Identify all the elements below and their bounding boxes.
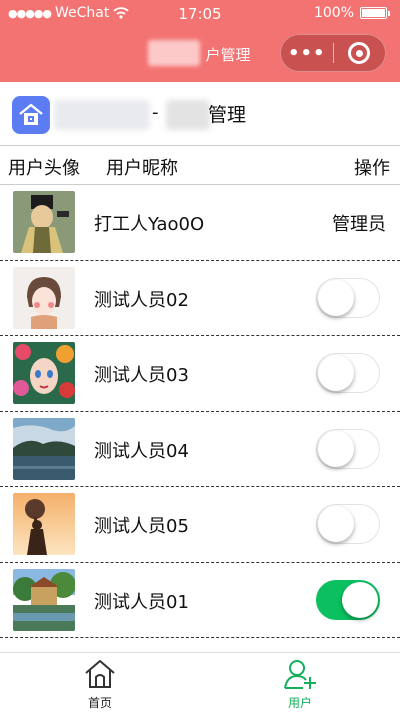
table-row: 测试人员02 bbox=[0, 261, 400, 336]
table-row: 测试人员04 bbox=[0, 412, 400, 487]
user-nickname: 测试人员02 bbox=[94, 289, 189, 311]
status-bar: ●●●●● WeChat 17:05 100% bbox=[0, 0, 400, 28]
col-avatar: 用户头像 bbox=[8, 158, 80, 179]
role-label: 管理员 bbox=[332, 214, 386, 235]
user-enable-toggle[interactable] bbox=[316, 353, 380, 393]
table-row: 测试人员05 bbox=[0, 487, 400, 563]
avatar bbox=[13, 493, 75, 555]
more-menu-button[interactable]: ••• bbox=[281, 43, 333, 64]
target-icon bbox=[348, 42, 371, 64]
bottom-tabbar: 首页 用户 bbox=[0, 652, 400, 712]
col-nickname: 用户昵称 bbox=[106, 158, 178, 179]
tab-user[interactable]: 用户 bbox=[200, 657, 400, 711]
table-header: 用户头像 用户昵称 操作 bbox=[0, 146, 400, 185]
user-enable-toggle[interactable] bbox=[316, 579, 380, 620]
user-nickname: 测试人员04 bbox=[94, 440, 189, 462]
home-icon bbox=[85, 660, 115, 688]
col-action: 操作 bbox=[354, 158, 390, 179]
user-nickname: 测试人员01 bbox=[94, 591, 189, 613]
avatar bbox=[13, 568, 75, 631]
user-enable-toggle[interactable] bbox=[316, 504, 380, 544]
avatar bbox=[13, 191, 75, 253]
redacted-org-suffix bbox=[166, 100, 210, 130]
table-row: 测试人员03 bbox=[0, 336, 400, 412]
tab-home[interactable]: 首页 bbox=[0, 657, 200, 711]
user-nickname: 测试人员03 bbox=[94, 365, 189, 386]
battery-icon bbox=[360, 7, 387, 19]
house-icon bbox=[12, 96, 50, 134]
user-enable-toggle[interactable] bbox=[316, 277, 380, 318]
avatar bbox=[13, 417, 75, 480]
add-user-icon bbox=[284, 660, 316, 689]
avatar bbox=[13, 266, 75, 329]
organization-header: - 管理 bbox=[0, 82, 400, 146]
redacted-org-name bbox=[54, 100, 150, 130]
table-row: 测试人员01 bbox=[0, 563, 400, 638]
org-label: 管理 bbox=[208, 104, 247, 126]
avatar bbox=[13, 342, 75, 404]
table-row: 打工人Yao0O 管理员 bbox=[0, 185, 400, 261]
header-bar: ●●●●● WeChat 17:05 100% 户管理 ••• bbox=[0, 0, 400, 82]
user-list: 打工人Yao0O 管理员 测试人员02 测试人员03 测试人员04 测试人员05… bbox=[0, 185, 400, 638]
user-enable-toggle[interactable] bbox=[316, 428, 380, 469]
miniprogram-capsule: ••• bbox=[280, 34, 386, 72]
close-miniprogram-button[interactable] bbox=[333, 42, 385, 64]
user-nickname: 打工人Yao0O bbox=[94, 214, 205, 235]
user-nickname: 测试人员05 bbox=[94, 516, 189, 537]
battery-percent: 100% bbox=[313, 5, 354, 21]
